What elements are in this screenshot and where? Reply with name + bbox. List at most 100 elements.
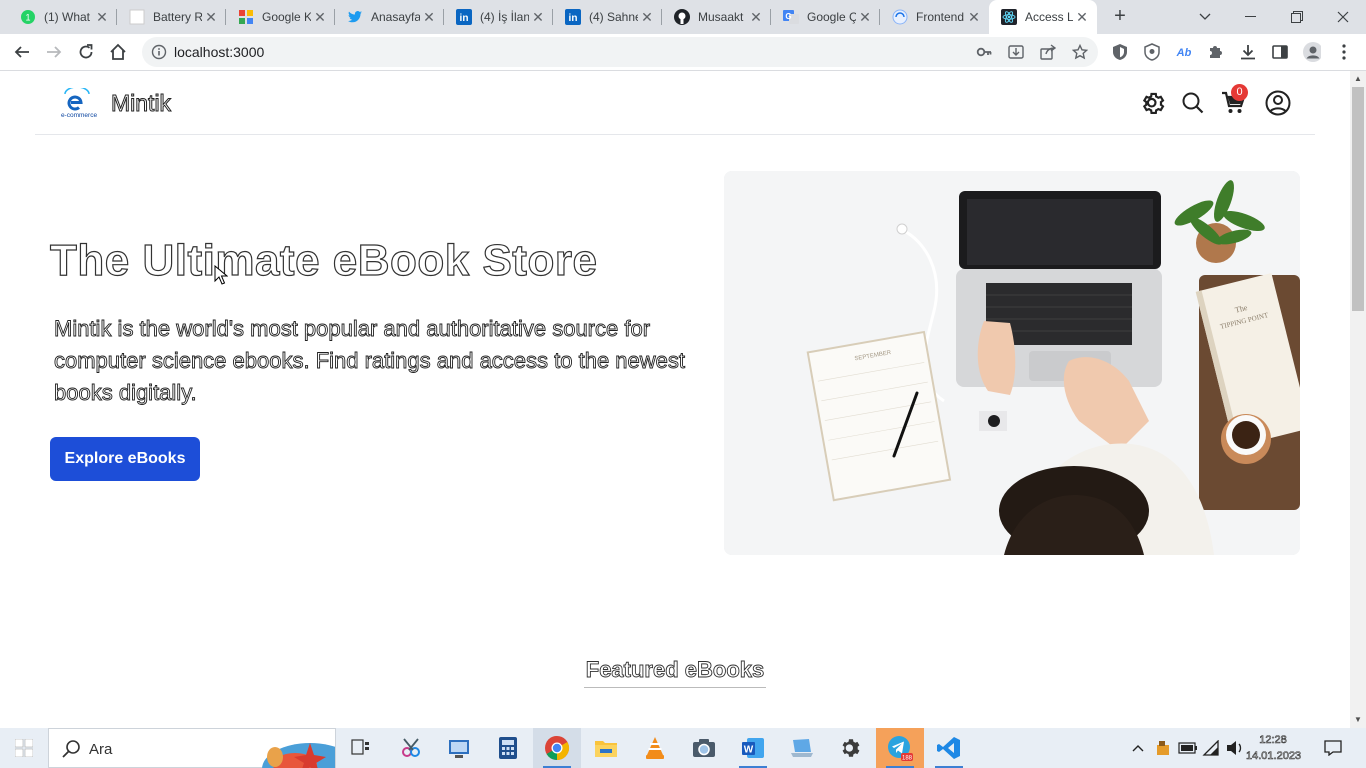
tab-title: (4) Sahne — [589, 10, 638, 24]
tab-close-icon[interactable]: ✕ — [93, 9, 111, 26]
settings-gear-icon[interactable] — [1140, 90, 1166, 116]
snipping-tool-icon[interactable] — [387, 728, 435, 768]
taskbar-search-box[interactable]: Ara — [48, 728, 358, 768]
tab-twitter[interactable]: Anasayfa ✕ — [335, 0, 444, 34]
tab-title: Battery R — [153, 10, 202, 24]
scroll-down-icon[interactable]: ▼ — [1350, 712, 1366, 728]
reload-button[interactable] — [74, 40, 98, 64]
forward-button[interactable] — [42, 40, 66, 64]
menu-kebab-icon[interactable] — [1335, 43, 1353, 61]
home-button[interactable] — [106, 40, 130, 64]
settings-gear-icon[interactable] — [827, 728, 875, 768]
vlc-icon[interactable] — [631, 728, 679, 768]
tab-close-icon[interactable]: ✕ — [638, 9, 656, 26]
tab-linkedin-jobs[interactable]: in (4) İş İlan ✕ — [444, 0, 553, 34]
hero-image: The TIPPING POINT SEPTEMBER — [724, 171, 1300, 555]
calculator-icon[interactable] — [484, 728, 532, 768]
close-window-button[interactable] — [1320, 0, 1366, 34]
shield-outline-extension-icon[interactable] — [1143, 43, 1161, 61]
hero-description: Mintik is the world's most popular and a… — [54, 316, 686, 406]
laptop-app-icon[interactable] — [778, 728, 826, 768]
network-app-icon[interactable] — [435, 728, 483, 768]
wifi-icon[interactable] — [1200, 728, 1222, 768]
tab-title: Google Ç — [807, 10, 856, 24]
chrome-taskbar-icon[interactable] — [533, 728, 581, 768]
battery-icon[interactable] — [1176, 728, 1200, 768]
address-bar[interactable]: localhost:3000 — [142, 37, 1098, 67]
page-scrollbar[interactable]: ▲ ▼ — [1350, 71, 1366, 728]
svg-text:1: 1 — [25, 13, 30, 23]
tab-close-icon[interactable]: ✕ — [856, 9, 874, 26]
github-icon — [674, 9, 690, 25]
svg-text:G: G — [785, 12, 791, 21]
tab-close-icon[interactable]: ✕ — [1073, 9, 1091, 26]
profile-avatar-icon[interactable] — [1303, 42, 1321, 62]
clock-date: 14.01.2023 — [1246, 750, 1302, 763]
tab-strip: 1 (1) What ✕ Battery R ✕ Google K ✕ Anas… — [0, 0, 1366, 34]
whatsapp-icon: 1 — [20, 9, 36, 25]
tab-close-icon[interactable]: ✕ — [311, 9, 329, 26]
site-logo[interactable]: e-commerce — [58, 86, 100, 119]
install-icon[interactable] — [1008, 44, 1024, 60]
tab-google-translate[interactable]: G Google Ç ✕ — [771, 0, 880, 34]
twitter-icon — [347, 9, 363, 25]
svg-text:W: W — [744, 745, 754, 756]
shield-extension-icon[interactable] — [1111, 43, 1129, 61]
volume-icon[interactable] — [1224, 728, 1246, 768]
tray-expand-chevron-icon[interactable] — [1128, 728, 1148, 768]
browser-toolbar: localhost:3000 Ab — [0, 34, 1366, 71]
tab-access-active[interactable]: Access L ✕ — [989, 0, 1097, 34]
tab-google-keep[interactable]: Google K ✕ — [226, 0, 335, 34]
linkedin-icon: in — [456, 9, 472, 25]
featured-underline — [584, 687, 766, 688]
site-header: e-commerce Mintik 0 — [35, 71, 1315, 135]
tab-close-icon[interactable]: ✕ — [747, 9, 765, 26]
explore-ebooks-button[interactable]: Explore eBooks — [50, 437, 200, 481]
scrollbar-thumb[interactable] — [1352, 87, 1364, 311]
word-icon[interactable]: W — [729, 728, 777, 768]
notification-icon[interactable] — [1322, 728, 1344, 768]
telegram-icon[interactable]: 188 — [876, 728, 924, 768]
tab-linkedin-2[interactable]: in (4) Sahne ✕ — [553, 0, 662, 34]
camera-icon[interactable] — [680, 728, 728, 768]
start-button[interactable] — [0, 728, 48, 768]
tab-github[interactable]: Musaakt ✕ — [662, 0, 771, 34]
taskbar-clock[interactable]: 12:28 14.01.2023 — [1246, 732, 1302, 764]
file-explorer-icon[interactable] — [582, 728, 630, 768]
tab-search-chevron-icon[interactable] — [1182, 0, 1228, 34]
tab-title: Anasayfa — [371, 10, 420, 24]
vscode-icon[interactable] — [925, 728, 973, 768]
translate-extension-icon[interactable]: Ab — [1175, 43, 1193, 61]
minimize-button[interactable] — [1228, 0, 1274, 34]
back-button[interactable] — [10, 40, 34, 64]
side-panel-icon[interactable] — [1271, 43, 1289, 61]
tab-close-icon[interactable]: ✕ — [202, 9, 220, 26]
telegram-badge: 188 — [902, 756, 913, 762]
scroll-up-icon[interactable]: ▲ — [1350, 71, 1366, 87]
task-view-icon[interactable] — [337, 728, 385, 768]
tray-app-icon[interactable] — [1152, 728, 1176, 768]
search-highlight-image — [255, 729, 358, 768]
bookmark-star-icon[interactable] — [1071, 43, 1089, 60]
tab-whatsapp[interactable]: 1 (1) What ✕ — [8, 0, 117, 34]
tab-battery[interactable]: Battery R ✕ — [117, 0, 226, 34]
cart-count-badge: 0 — [1231, 84, 1248, 101]
tab-title: Frontend — [916, 10, 965, 24]
tab-frontend[interactable]: Frontend ✕ — [880, 0, 989, 34]
key-icon[interactable] — [976, 44, 992, 60]
user-account-icon[interactable] — [1265, 90, 1291, 116]
downloads-icon[interactable] — [1239, 43, 1257, 61]
google-translate-icon: G — [783, 9, 799, 25]
search-icon[interactable] — [1180, 90, 1206, 116]
site-info-icon[interactable] — [151, 44, 167, 60]
google-keep-icon — [238, 9, 254, 25]
tab-close-icon[interactable]: ✕ — [420, 9, 438, 26]
tab-close-icon[interactable]: ✕ — [965, 9, 983, 26]
tab-close-icon[interactable]: ✕ — [529, 9, 547, 26]
restore-button[interactable] — [1274, 0, 1320, 34]
extensions-puzzle-icon[interactable] — [1207, 43, 1225, 61]
new-tab-button[interactable]: + — [1108, 4, 1132, 28]
share-icon[interactable] — [1040, 44, 1057, 60]
brand-name[interactable]: Mintik — [110, 90, 171, 117]
linkedin-icon: in — [565, 9, 581, 25]
